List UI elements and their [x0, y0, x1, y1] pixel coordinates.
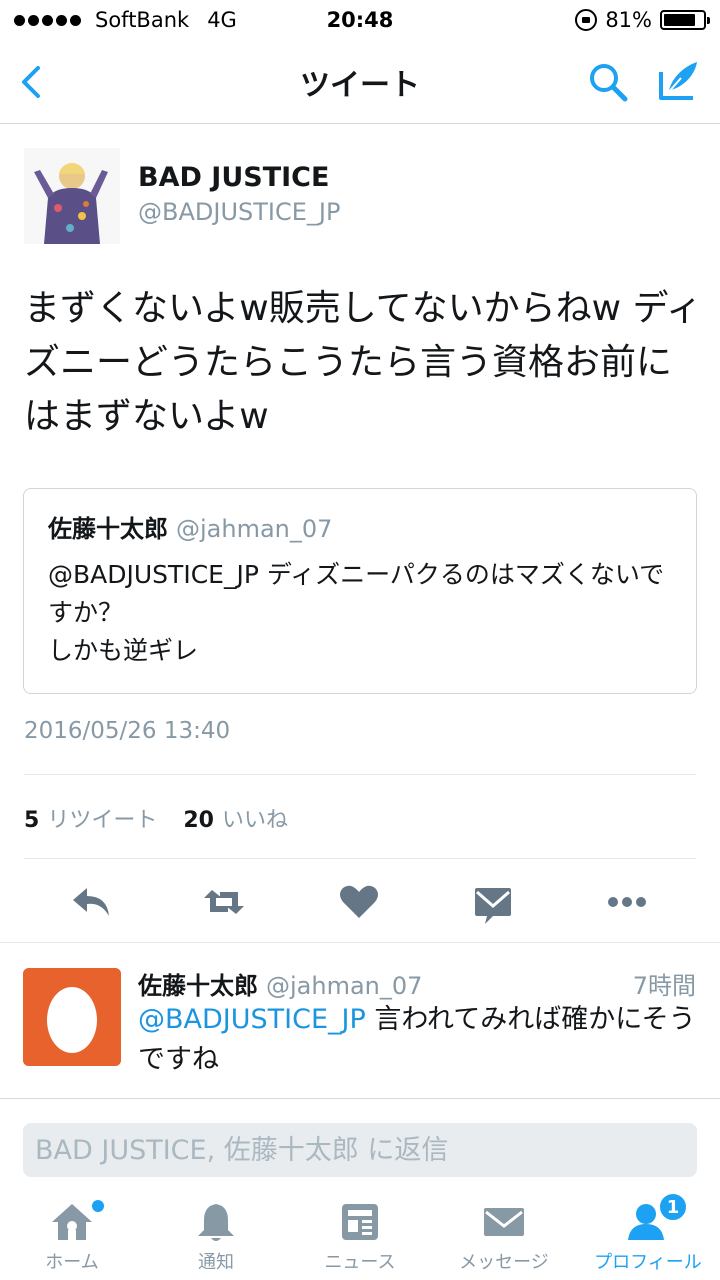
- status-left: SoftBank 4G: [14, 8, 237, 32]
- battery-fill: [664, 14, 695, 26]
- status-right: 81%: [575, 8, 710, 32]
- tab-profile[interactable]: 1 プロフィール: [576, 1190, 720, 1280]
- tab-news[interactable]: ニュース: [288, 1190, 432, 1280]
- egg-avatar-icon: [23, 968, 121, 1066]
- carrier-name: SoftBank: [95, 8, 190, 32]
- news-icon: [342, 1204, 378, 1240]
- tweet-timestamp: 2016/05/26 13:40: [24, 718, 231, 744]
- quoted-author-handle: @jahman_07: [176, 515, 333, 543]
- profile-badge: 1: [658, 1192, 688, 1222]
- envelope-icon: [484, 1208, 524, 1236]
- home-new-dot: [92, 1200, 104, 1212]
- reply-author-name[interactable]: 佐藤十太郎: [138, 966, 258, 1001]
- like-label[interactable]: いいね: [222, 802, 288, 834]
- reply-time: 7時間: [632, 972, 696, 1000]
- like-count[interactable]: 20: [183, 808, 214, 833]
- quoted-author-name: 佐藤十太郎: [48, 515, 168, 543]
- battery-icon: [660, 10, 710, 30]
- quoted-tweet-header: 佐藤十太郎 @jahman_07: [48, 509, 672, 544]
- author-avatar[interactable]: [24, 148, 120, 244]
- tweet-actions: [0, 872, 720, 932]
- quoted-tweet-text: @BADJUSTICE_JP ディズニーパクるのはマズくないですか？ しかも逆ギ…: [48, 560, 665, 665]
- nav-bar: ツイート: [0, 40, 720, 124]
- reply-input[interactable]: [23, 1123, 697, 1177]
- tweet-stats: 5 リツイート 20 いいね: [24, 802, 288, 834]
- rotation-lock-icon: [575, 9, 598, 31]
- tab-messages[interactable]: メッセージ: [432, 1190, 576, 1280]
- reply-text: @BADJUSTICE_JP 言われてみれば確かにそうですね: [138, 1000, 698, 1080]
- tab-label: プロフィール: [594, 1252, 702, 1273]
- section-divider: [0, 942, 720, 943]
- quoted-tweet-card[interactable]: 佐藤十太郎 @jahman_07 @BADJUSTICE_JP ディズニーパクるの…: [23, 488, 697, 694]
- author-name[interactable]: BAD JUSTICE: [138, 162, 329, 193]
- network-type: 4G: [207, 8, 237, 32]
- author-handle[interactable]: @BADJUSTICE_JP: [138, 198, 340, 226]
- retweet-icon[interactable]: [202, 880, 246, 924]
- tab-bar: ホーム 通知 ニュース メッセージ 1 プロフィール: [0, 1190, 720, 1280]
- battery-percent: 81%: [605, 8, 652, 32]
- tab-label: 通知: [198, 1252, 234, 1273]
- reply-author-handle[interactable]: @jahman_07: [266, 972, 422, 1000]
- tab-notifications[interactable]: 通知: [144, 1190, 288, 1280]
- status-bar: SoftBank 4G 20:48 81%: [0, 0, 720, 40]
- compose-icon[interactable]: [655, 58, 701, 104]
- direct-message-icon[interactable]: [471, 880, 515, 924]
- more-options-icon[interactable]: [605, 880, 649, 924]
- reply-bar: [0, 1098, 720, 1190]
- retweet-count[interactable]: 5: [24, 808, 39, 833]
- author-photo-icon: [24, 148, 120, 244]
- bell-icon: [198, 1204, 234, 1241]
- tab-home[interactable]: ホーム: [0, 1190, 144, 1280]
- signal-strength-icon: [14, 14, 81, 26]
- tweet-text: まずくないよw販売してないからねw ディズニーどうたらこうたら言う資格お前にはま…: [24, 288, 703, 437]
- tab-label: ニュース: [324, 1252, 396, 1273]
- reply-header: 佐藤十太郎 @jahman_07 7時間: [138, 966, 696, 1001]
- home-icon: [52, 1204, 92, 1240]
- retweet-label[interactable]: リツイート: [47, 802, 157, 834]
- like-heart-icon[interactable]: [337, 880, 381, 924]
- reply-icon[interactable]: [69, 880, 113, 924]
- search-icon[interactable]: [586, 60, 630, 104]
- tab-label: ホーム: [45, 1252, 99, 1273]
- divider: [24, 774, 696, 775]
- reply-mention-link[interactable]: @BADJUSTICE_JP: [138, 1004, 366, 1035]
- reply-author-avatar[interactable]: [23, 968, 121, 1066]
- tab-label: メッセージ: [459, 1252, 549, 1273]
- divider: [24, 858, 696, 859]
